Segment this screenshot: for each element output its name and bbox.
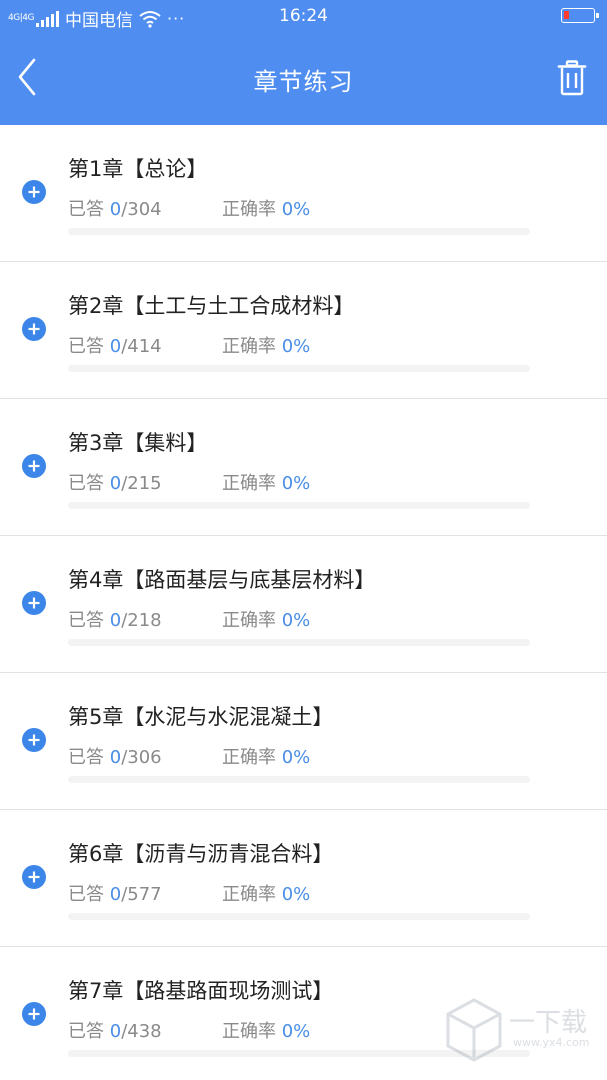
accuracy-value: 0% xyxy=(281,473,311,494)
total-count: 577 xyxy=(127,884,162,905)
answered-count: 0 xyxy=(109,884,122,905)
chapter-title: 第5章【水泥与水泥混凝土】 xyxy=(68,705,334,729)
answered-label: 已答 xyxy=(68,336,104,357)
accuracy-group: 正确率 0% xyxy=(222,743,310,769)
accuracy-group: 正确率 0% xyxy=(222,195,310,221)
status-time: 16:24 xyxy=(279,6,328,26)
watermark-text: 一下载 xyxy=(509,1008,588,1038)
progress-bar xyxy=(68,639,530,646)
chapter-stats: 已答 0/215 正确率 0% xyxy=(68,469,310,495)
answered-label: 已答 xyxy=(68,884,104,905)
header: 4G|4G 中国电信 ··· 16:24 章节练习 xyxy=(0,0,607,125)
watermark-url: www.yx4.com xyxy=(513,1036,590,1049)
trash-icon xyxy=(557,60,587,96)
total-count: 414 xyxy=(127,336,162,357)
progress-bar xyxy=(68,913,530,920)
answered-count: 0 xyxy=(109,199,122,220)
accuracy-group: 正确率 0% xyxy=(222,880,310,906)
answered-label: 已答 xyxy=(68,1021,104,1042)
accuracy-group: 正确率 0% xyxy=(222,1017,310,1043)
answered-count: 0 xyxy=(109,473,122,494)
delete-button[interactable] xyxy=(557,60,587,96)
total-count: 218 xyxy=(127,610,162,631)
chapter-title: 第1章【总论】 xyxy=(68,157,208,181)
add-circle-icon[interactable] xyxy=(22,728,46,752)
accuracy-group: 正确率 0% xyxy=(222,469,310,495)
total-count: 215 xyxy=(127,473,162,494)
accuracy-value: 0% xyxy=(281,336,311,357)
add-circle-icon[interactable] xyxy=(22,865,46,889)
accuracy-value: 0% xyxy=(281,199,311,220)
chapter-row[interactable]: 第5章【水泥与水泥混凝土】 已答 0/306 正确率 0% xyxy=(0,673,607,810)
accuracy-group: 正确率 0% xyxy=(222,332,310,358)
accuracy-label: 正确率 xyxy=(222,747,276,768)
accuracy-label: 正确率 xyxy=(222,336,276,357)
chapter-row[interactable]: 第6章【沥青与沥青混合料】 已答 0/577 正确率 0% xyxy=(0,810,607,947)
accuracy-label: 正确率 xyxy=(222,199,276,220)
accuracy-value: 0% xyxy=(281,1021,311,1042)
accuracy-group: 正确率 0% xyxy=(222,606,310,632)
battery-icon xyxy=(561,8,599,23)
page-title: 章节练习 xyxy=(253,68,354,96)
progress-bar xyxy=(68,776,530,783)
answered-label: 已答 xyxy=(68,199,104,220)
progress-bar xyxy=(68,365,530,372)
total-count: 304 xyxy=(127,199,162,220)
chapter-title: 第3章【集料】 xyxy=(68,431,208,455)
chapter-stats: 已答 0/438 正确率 0% xyxy=(68,1017,310,1043)
total-count: 306 xyxy=(127,747,162,768)
add-circle-icon[interactable] xyxy=(22,317,46,341)
watermark: 一下载 www.yx4.com xyxy=(445,998,595,1068)
answered-label: 已答 xyxy=(68,610,104,631)
accuracy-label: 正确率 xyxy=(222,884,276,905)
battery-level xyxy=(564,11,569,19)
add-circle-icon[interactable] xyxy=(22,454,46,478)
chapter-title: 第4章【路面基层与底基层材料】 xyxy=(68,568,376,592)
answered-count: 0 xyxy=(109,610,122,631)
add-circle-icon[interactable] xyxy=(22,180,46,204)
chapter-stats: 已答 0/577 正确率 0% xyxy=(68,880,310,906)
accuracy-label: 正确率 xyxy=(222,1021,276,1042)
accuracy-value: 0% xyxy=(281,610,311,631)
accuracy-label: 正确率 xyxy=(222,610,276,631)
add-circle-icon[interactable] xyxy=(22,1002,46,1026)
chapter-stats: 已答 0/218 正确率 0% xyxy=(68,606,310,632)
chapter-row[interactable]: 第4章【路面基层与底基层材料】 已答 0/218 正确率 0% xyxy=(0,536,607,673)
chapter-title: 第7章【路基路面现场测试】 xyxy=(68,979,334,1003)
progress-bar xyxy=(68,502,530,509)
answered-count: 0 xyxy=(109,1021,122,1042)
status-bar: 4G|4G 中国电信 ··· 16:24 xyxy=(0,0,607,32)
accuracy-label: 正确率 xyxy=(222,473,276,494)
chapter-row[interactable]: 第2章【土工与土工合成材料】 已答 0/414 正确率 0% xyxy=(0,262,607,399)
chapter-row[interactable]: 第3章【集料】 已答 0/215 正确率 0% xyxy=(0,399,607,536)
add-circle-icon[interactable] xyxy=(22,591,46,615)
answered-label: 已答 xyxy=(68,747,104,768)
progress-bar xyxy=(68,228,530,235)
chapter-stats: 已答 0/304 正确率 0% xyxy=(68,195,310,221)
chapter-title: 第2章【土工与土工合成材料】 xyxy=(68,294,355,318)
total-count: 438 xyxy=(127,1021,162,1042)
answered-count: 0 xyxy=(109,747,122,768)
navbar: 章节练习 xyxy=(0,32,607,125)
answered-count: 0 xyxy=(109,336,122,357)
chapter-title: 第6章【沥青与沥青混合料】 xyxy=(68,842,334,866)
accuracy-value: 0% xyxy=(281,747,311,768)
accuracy-value: 0% xyxy=(281,884,311,905)
chapter-stats: 已答 0/306 正确率 0% xyxy=(68,743,310,769)
chapter-row[interactable]: 第1章【总论】 已答 0/304 正确率 0% xyxy=(0,125,607,262)
answered-label: 已答 xyxy=(68,473,104,494)
chapter-stats: 已答 0/414 正确率 0% xyxy=(68,332,310,358)
cube-logo-icon xyxy=(446,998,502,1062)
chapter-list: 第1章【总论】 已答 0/304 正确率 0% 第2章【土工与土工合成材料】 已… xyxy=(0,125,607,1080)
